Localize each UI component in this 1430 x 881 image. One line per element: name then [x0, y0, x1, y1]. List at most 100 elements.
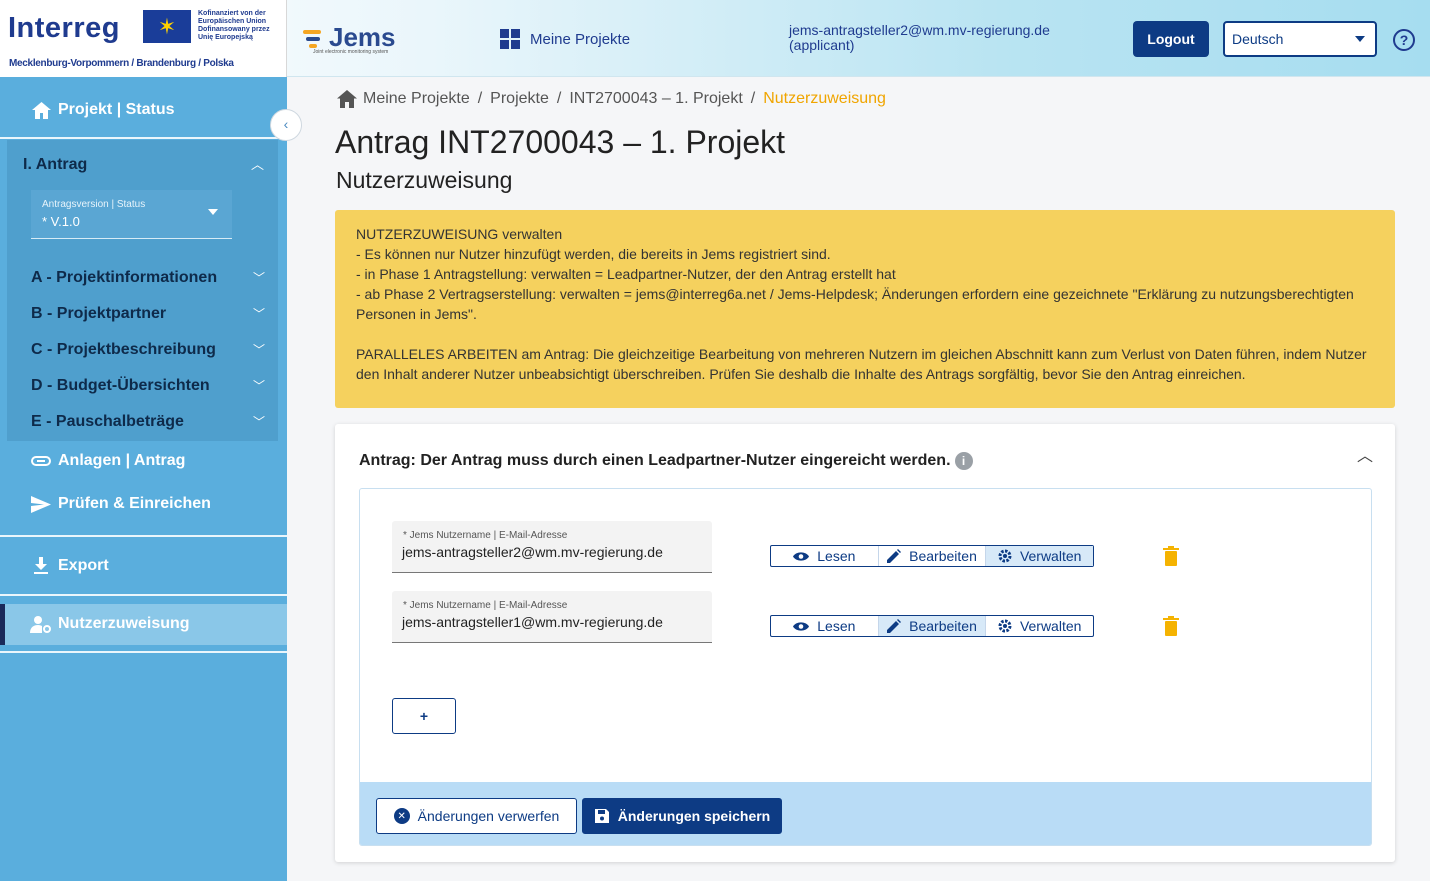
- permission-edit[interactable]: Bearbeiten: [879, 546, 987, 566]
- pencil-icon: [887, 619, 902, 633]
- sidebar-item-section-a[interactable]: A - Projektinformationen ﹀: [31, 269, 265, 287]
- permission-edit[interactable]: Bearbeiten: [878, 616, 987, 636]
- eye-icon: [793, 621, 810, 632]
- alert-line: - Es können nur Nutzer hinzufügt werden,…: [356, 246, 831, 262]
- antrag-sections: Antragsversion | Status * V.1.0 A - Proj…: [7, 186, 278, 441]
- sidebar-item-section-d[interactable]: D - Budget-Übersichten ﹀: [31, 377, 265, 395]
- button-label: Änderungen verwerfen: [417, 808, 560, 824]
- breadcrumb-projects[interactable]: Projekte: [490, 90, 549, 108]
- user-list-panel: * Jems Nutzername | E-Mail-Adresse jems-…: [359, 488, 1372, 846]
- sidebar-item-label: I. Antrag: [23, 156, 88, 173]
- permission-read[interactable]: Lesen: [771, 546, 879, 566]
- save-icon: [594, 808, 610, 824]
- help-icon[interactable]: ?: [1393, 29, 1415, 51]
- sidebar-item-section-e[interactable]: E - Pauschalbeträge ﹀: [31, 413, 265, 431]
- add-user-button[interactable]: +: [392, 698, 456, 734]
- sidebar-item-label: Nutzerzuweisung: [58, 615, 190, 632]
- chevron-down-icon: ﹀: [252, 379, 265, 393]
- alert-paragraph: PARALLELES ARBEITEN am Antrag: Die gleic…: [356, 346, 1367, 382]
- breadcrumb: Meine Projekte / Projekte / INT2700043 –…: [337, 90, 886, 108]
- delete-icon[interactable]: [1163, 616, 1183, 638]
- breadcrumb-current: Nutzerzuweisung: [763, 90, 886, 107]
- chevron-down-icon: ﹀: [252, 271, 265, 285]
- dashboard-icon: [500, 29, 520, 49]
- info-icon[interactable]: i: [954, 452, 973, 470]
- home-icon[interactable]: [337, 90, 357, 108]
- email-field[interactable]: * Jems Nutzername | E-Mail-Adresse jems-…: [392, 591, 712, 643]
- breadcrumb-separator: /: [750, 90, 756, 107]
- chevron-up-icon: ︿: [250, 157, 264, 172]
- form-actions-bar: ✕ Änderungen verwerfen Änderungen speich…: [360, 782, 1371, 845]
- sidebar-item-antrag[interactable]: I. Antrag ︿: [7, 140, 278, 186]
- sidebar-item-section-c[interactable]: C - Projektbeschreibung ﹀: [31, 341, 265, 359]
- divider: [0, 137, 287, 139]
- permission-manage[interactable]: Verwalten: [986, 546, 1094, 566]
- chevron-down-icon: ﹀: [252, 415, 265, 429]
- logout-button[interactable]: Logout: [1133, 21, 1209, 57]
- version-value: * V.1.0: [42, 214, 80, 229]
- sidebar-item-label: Projekt | Status: [58, 101, 175, 118]
- eu-flag-icon: ✶: [143, 10, 191, 43]
- sidebar-item-content: Nutzerzuweisung: [30, 615, 190, 633]
- sidebar-item-export[interactable]: Export: [30, 557, 109, 575]
- permission-toggle: Lesen Bearbeiten Verwalten: [770, 545, 1094, 567]
- language-select[interactable]: Deutsch: [1223, 21, 1377, 57]
- sidebar: Projekt | Status I. Antrag ︿ Antragsvers…: [0, 77, 287, 881]
- sidebar-item-section-b[interactable]: B - Projektpartner ﹀: [31, 305, 265, 323]
- sidebar-item-attachments[interactable]: Anlagen | Antrag: [30, 452, 185, 470]
- sidebar-item-check-submit[interactable]: Prüfen & Einreichen: [30, 495, 211, 513]
- card-title-text: Antrag: Der Antrag muss durch einen Lead…: [359, 452, 951, 469]
- permission-manage[interactable]: Verwalten: [986, 616, 1093, 636]
- permission-label: Bearbeiten: [909, 618, 977, 634]
- sidebar-collapse-button[interactable]: ‹: [270, 109, 302, 141]
- eu-cofinancing-text: Kofinanziert von der Europäischen Union …: [198, 10, 270, 41]
- version-select[interactable]: Antragsversion | Status * V.1.0: [31, 190, 232, 239]
- breadcrumb-separator: /: [556, 90, 562, 107]
- active-indicator: [0, 604, 5, 645]
- gear-icon: [998, 619, 1012, 633]
- alert-line: - ab Phase 2 Vertragserstellung: verwalt…: [356, 286, 1354, 322]
- language-value: Deutsch: [1232, 31, 1284, 47]
- chevron-down-icon: ﹀: [252, 307, 265, 321]
- email-field[interactable]: * Jems Nutzername | E-Mail-Adresse jems-…: [392, 521, 712, 573]
- sidebar-item-project-status[interactable]: Projekt | Status: [30, 101, 175, 119]
- sidebar-item-user-assignment[interactable]: Nutzerzuweisung: [0, 604, 287, 645]
- home-icon: [30, 101, 52, 119]
- permission-label: Lesen: [817, 618, 856, 634]
- discard-changes-button[interactable]: ✕ Änderungen verwerfen: [376, 798, 577, 834]
- jems-tagline: Joint electronic monitoring system: [313, 49, 389, 55]
- gear-icon: [998, 549, 1012, 563]
- chevron-up-icon[interactable]: ︿: [1357, 442, 1373, 466]
- divider: [0, 594, 287, 596]
- alert-line: - in Phase 1 Antragstellung: verwalten =…: [356, 266, 896, 282]
- chevron-down-icon: [1355, 36, 1365, 42]
- breadcrumb-project[interactable]: INT2700043 – 1. Projekt: [569, 90, 742, 108]
- permission-label: Verwalten: [1019, 618, 1082, 634]
- permission-label: Lesen: [817, 548, 856, 564]
- logo-area: Interreg ✶ Kofinanziert von der Europäis…: [0, 0, 287, 77]
- sidebar-item-label: E - Pauschalbeträge: [31, 413, 184, 430]
- user-settings-icon: [30, 615, 52, 633]
- my-projects-link[interactable]: Meine Projekte: [500, 29, 630, 49]
- delete-icon[interactable]: [1163, 546, 1183, 568]
- permission-toggle: Lesen Bearbeiten Verwalten: [770, 615, 1094, 637]
- sidebar-item-label: Anlagen | Antrag: [58, 452, 186, 469]
- permission-read[interactable]: Lesen: [771, 616, 879, 636]
- user-email: jems-antragsteller2@wm.mv-regierung.de: [789, 22, 1050, 38]
- interreg-logo[interactable]: Interreg: [8, 12, 120, 45]
- download-icon: [30, 557, 52, 575]
- page-title: Antrag INT2700043 – 1. Projekt: [335, 124, 786, 160]
- field-label: * Jems Nutzername | E-Mail-Adresse: [403, 530, 568, 541]
- chevron-down-icon: [208, 209, 218, 215]
- field-label: * Jems Nutzername | E-Mail-Adresse: [403, 600, 568, 611]
- info-alert: NUTZERZUWEISUNG verwalten - Es können nu…: [335, 210, 1395, 408]
- breadcrumb-my-projects[interactable]: Meine Projekte: [363, 90, 470, 108]
- breadcrumb-separator: /: [477, 90, 483, 107]
- save-changes-button[interactable]: Änderungen speichern: [582, 798, 782, 834]
- eye-icon: [793, 551, 810, 562]
- user-info: jems-antragsteller2@wm.mv-regierung.de (…: [789, 23, 1050, 53]
- app-header: Interreg ✶ Kofinanziert von der Europäis…: [0, 0, 1430, 77]
- permission-label: Verwalten: [1019, 548, 1082, 564]
- field-value: jems-antragsteller1@wm.mv-regierung.de: [402, 614, 663, 630]
- alert-line: NUTZERZUWEISUNG verwalten: [356, 226, 563, 242]
